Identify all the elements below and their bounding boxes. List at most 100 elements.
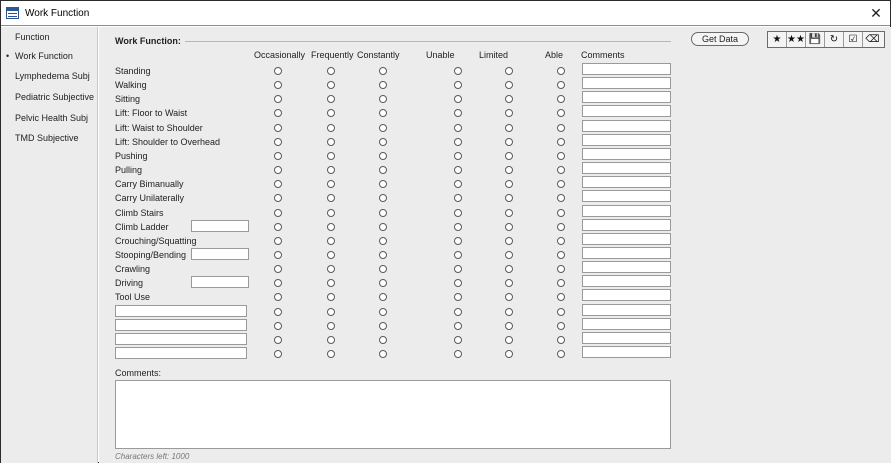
radio-button[interactable] — [505, 137, 513, 146]
radio-button[interactable] — [454, 123, 462, 132]
radio-button[interactable] — [454, 109, 462, 118]
radio-button[interactable] — [327, 95, 335, 104]
radio-button[interactable] — [327, 137, 335, 146]
radio-button[interactable] — [557, 123, 565, 132]
radio-button[interactable] — [505, 307, 513, 316]
radio-button[interactable] — [557, 321, 565, 330]
radio-button[interactable] — [505, 279, 513, 288]
radio-button[interactable] — [274, 123, 282, 132]
radio-button[interactable] — [274, 81, 282, 90]
row-comment-input[interactable] — [582, 275, 671, 288]
radio-button[interactable] — [327, 208, 335, 217]
row-comment-input[interactable] — [582, 317, 671, 330]
row-comment-input[interactable] — [582, 105, 671, 118]
row-comment-input[interactable] — [582, 204, 671, 217]
row-detail-input[interactable] — [191, 219, 249, 232]
radio-button[interactable] — [557, 67, 565, 75]
radio-button[interactable] — [505, 67, 513, 75]
radio-button[interactable] — [379, 180, 387, 189]
radio-button[interactable] — [505, 166, 513, 175]
radio-button[interactable] — [505, 123, 513, 132]
radio-button[interactable] — [505, 250, 513, 259]
radio-button[interactable] — [557, 250, 565, 259]
radio-button[interactable] — [454, 307, 462, 316]
radio-button[interactable] — [327, 321, 335, 330]
double-star-icon[interactable]: ★★ — [787, 32, 806, 47]
radio-button[interactable] — [454, 279, 462, 288]
radio-button[interactable] — [379, 321, 387, 330]
radio-button[interactable] — [557, 194, 565, 203]
radio-button[interactable] — [379, 81, 387, 90]
radio-button[interactable] — [454, 321, 462, 330]
radio-button[interactable] — [454, 335, 462, 344]
radio-button[interactable] — [505, 180, 513, 189]
row-comment-input[interactable] — [582, 346, 671, 358]
radio-button[interactable] — [327, 109, 335, 118]
radio-button[interactable] — [379, 293, 387, 302]
radio-button[interactable] — [505, 222, 513, 231]
save-icon[interactable]: 💾 — [806, 32, 825, 47]
radio-button[interactable] — [274, 95, 282, 104]
radio-button[interactable] — [379, 250, 387, 259]
radio-button[interactable] — [505, 321, 513, 330]
sidebar-item-1[interactable]: • Work Function — [6, 51, 73, 61]
radio-button[interactable] — [454, 208, 462, 217]
radio-button[interactable] — [274, 166, 282, 175]
radio-button[interactable] — [454, 81, 462, 90]
radio-button[interactable] — [327, 350, 335, 358]
sidebar-item-3[interactable]: Pediatric Subjective — [15, 92, 94, 102]
radio-button[interactable] — [274, 208, 282, 217]
get-data-button[interactable]: Get Data — [691, 32, 749, 46]
radio-button[interactable] — [274, 265, 282, 274]
radio-button[interactable] — [379, 194, 387, 203]
radio-button[interactable] — [327, 180, 335, 189]
radio-button[interactable] — [274, 67, 282, 75]
row-comment-input[interactable] — [582, 303, 671, 316]
custom-activity-input[interactable] — [115, 318, 247, 331]
comments-textarea[interactable] — [115, 380, 671, 449]
row-comment-input[interactable] — [582, 289, 671, 302]
refresh-icon[interactable]: ↻ — [825, 32, 844, 47]
sidebar-item-0[interactable]: Function — [15, 32, 50, 42]
radio-button[interactable] — [274, 321, 282, 330]
row-comment-input[interactable] — [582, 246, 671, 259]
radio-button[interactable] — [327, 293, 335, 302]
radio-button[interactable] — [454, 222, 462, 231]
custom-activity-input[interactable] — [115, 332, 247, 345]
radio-button[interactable] — [327, 307, 335, 316]
radio-button[interactable] — [505, 350, 513, 358]
row-comment-input[interactable] — [582, 63, 671, 75]
radio-button[interactable] — [379, 95, 387, 104]
radio-button[interactable] — [557, 335, 565, 344]
row-detail-input[interactable] — [191, 247, 249, 260]
row-comment-input[interactable] — [582, 133, 671, 146]
radio-button[interactable] — [505, 236, 513, 245]
radio-button[interactable] — [557, 109, 565, 118]
radio-button[interactable] — [327, 279, 335, 288]
radio-button[interactable] — [557, 151, 565, 160]
radio-button[interactable] — [379, 109, 387, 118]
radio-button[interactable] — [379, 265, 387, 274]
radio-button[interactable] — [454, 166, 462, 175]
radio-button[interactable] — [274, 293, 282, 302]
radio-button[interactable] — [274, 180, 282, 189]
radio-button[interactable] — [274, 350, 282, 358]
radio-button[interactable] — [505, 293, 513, 302]
radio-button[interactable] — [557, 236, 565, 245]
radio-button[interactable] — [454, 151, 462, 160]
radio-button[interactable] — [505, 81, 513, 90]
radio-button[interactable] — [379, 123, 387, 132]
row-comment-input[interactable] — [582, 218, 671, 231]
row-detail-input[interactable] — [191, 276, 249, 289]
radio-button[interactable] — [505, 265, 513, 274]
radio-button[interactable] — [454, 350, 462, 358]
radio-button[interactable] — [454, 236, 462, 245]
radio-button[interactable] — [274, 109, 282, 118]
checklist-icon[interactable]: ☑ — [844, 32, 863, 47]
custom-activity-input[interactable] — [115, 347, 247, 359]
radio-button[interactable] — [379, 222, 387, 231]
sidebar-item-2[interactable]: Lymphedema Subj — [15, 71, 90, 81]
radio-button[interactable] — [327, 67, 335, 75]
radio-button[interactable] — [557, 222, 565, 231]
radio-button[interactable] — [454, 67, 462, 75]
